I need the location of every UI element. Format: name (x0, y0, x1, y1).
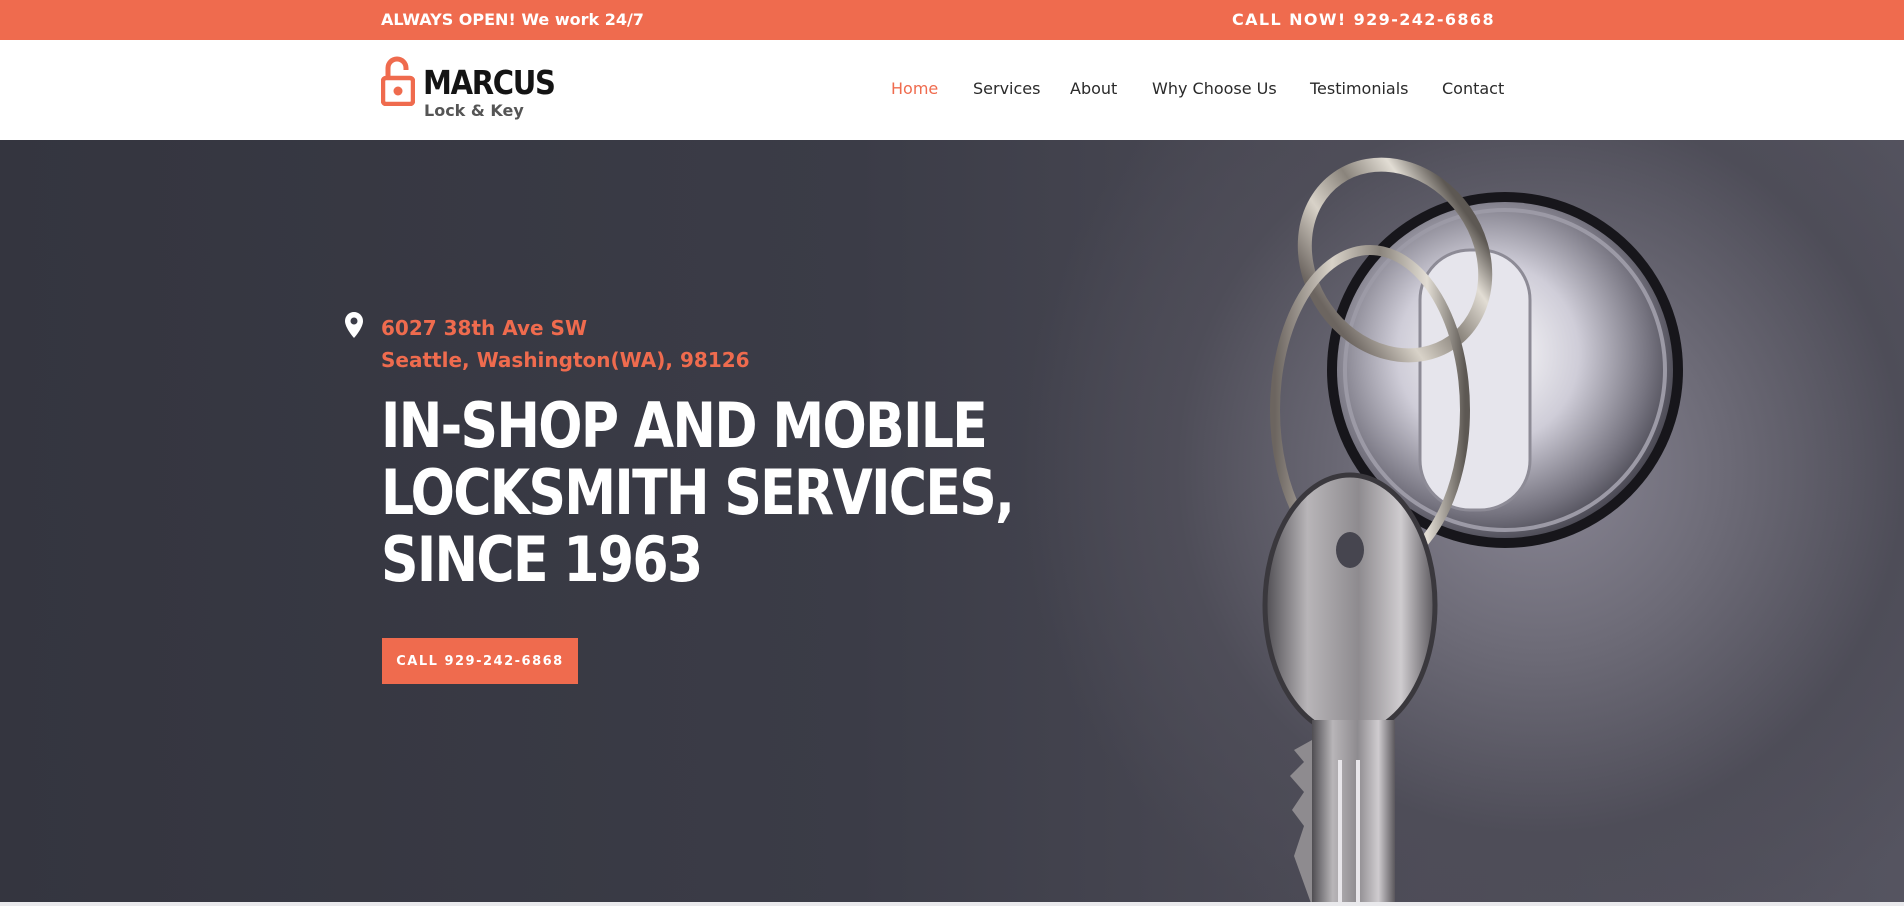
nav-item-about[interactable]: About (1070, 79, 1117, 98)
top-announcement-bar: ALWAYS OPEN! We work 24/7 CALL NOW! 929-… (0, 0, 1904, 40)
address-street: 6027 38th Ave SW (381, 316, 588, 340)
nav-item-services[interactable]: Services (973, 79, 1040, 98)
call-now-link[interactable]: CALL NOW! 929-242-6868 (1232, 10, 1495, 29)
nav-item-why-choose-us[interactable]: Why Choose Us (1152, 79, 1277, 98)
map-pin-icon (345, 312, 363, 338)
headline-line-1: IN-SHOP AND MOBILE (381, 389, 988, 462)
hero-headline: IN-SHOP AND MOBILE LOCKSMITH SERVICES, S… (381, 389, 1015, 596)
headline-line-2: LOCKSMITH SERVICES, (381, 456, 1015, 529)
availability-text: ALWAYS OPEN! We work 24/7 (381, 10, 644, 29)
nav-item-testimonials[interactable]: Testimonials (1310, 79, 1409, 98)
key-in-lock-image (1262, 157, 1683, 906)
address-city: Seattle, Washington(WA), 98126 (381, 348, 750, 372)
call-button[interactable]: CALL 929-242-6868 (382, 638, 578, 684)
nav-item-contact[interactable]: Contact (1442, 79, 1504, 98)
main-navigation: Home Services About Why Choose Us Testim… (0, 40, 1904, 140)
nav-item-home[interactable]: Home (891, 79, 938, 98)
headline-line-3: SINCE 1963 (381, 523, 703, 596)
hero-bottom-divider (0, 902, 1904, 906)
